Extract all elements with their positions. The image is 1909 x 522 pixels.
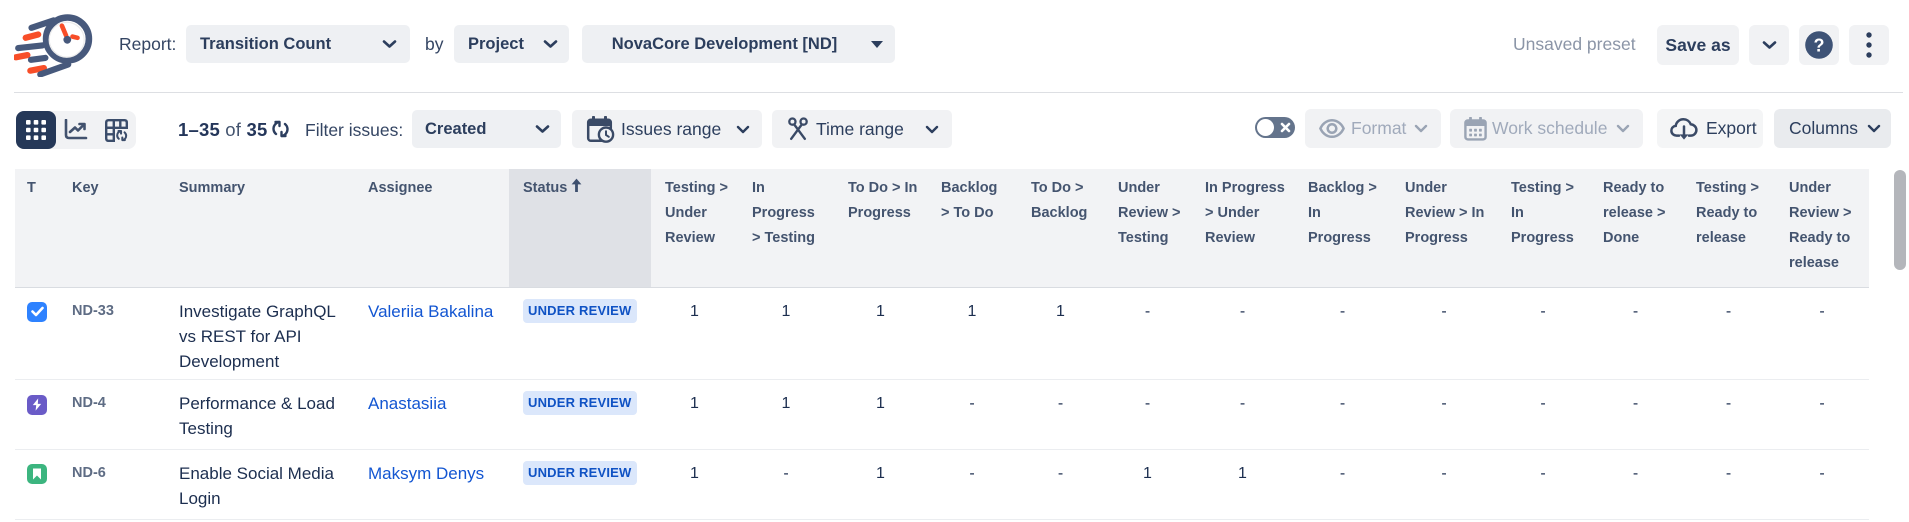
svg-text:?: ? [1814,36,1825,56]
